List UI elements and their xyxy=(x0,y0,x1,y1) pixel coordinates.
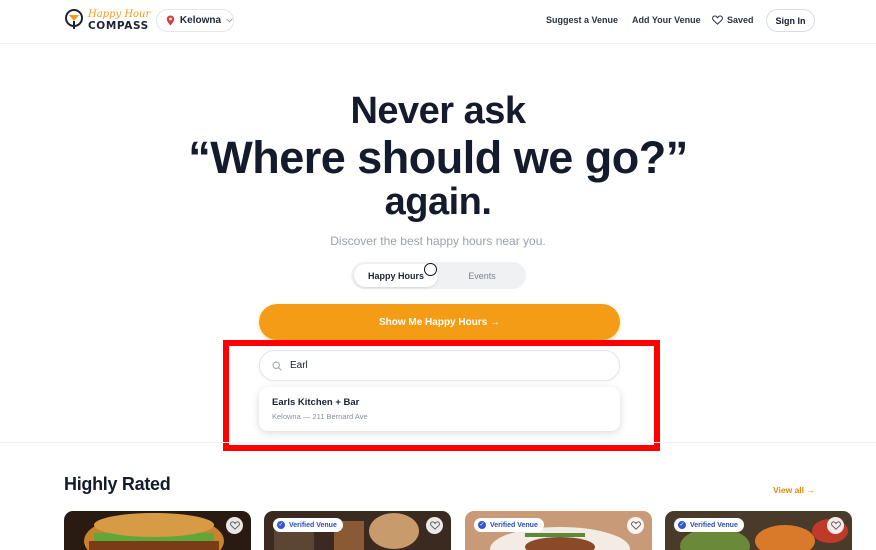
location-label: Kelowna xyxy=(179,15,222,26)
venue-card[interactable]: ✓ Verified Venue xyxy=(465,511,652,550)
save-venue-button[interactable] xyxy=(827,517,844,534)
view-all-link[interactable]: View all → xyxy=(773,485,815,495)
venue-card[interactable]: ✓ Verified Venue xyxy=(264,511,451,550)
venue-card[interactable]: ✓ Verified Venue xyxy=(665,511,852,550)
hero-subtitle: Discover the best happy hours near you. xyxy=(330,234,546,248)
save-venue-button[interactable] xyxy=(226,517,243,534)
venue-card[interactable] xyxy=(64,511,251,550)
heart-icon xyxy=(229,521,240,530)
toggle-events[interactable]: Events xyxy=(441,264,523,287)
mode-toggle: Happy Hours Events xyxy=(351,262,526,289)
brand-logo[interactable]: Happy Hour COMPASS xyxy=(64,9,150,31)
heart-icon xyxy=(429,521,440,530)
location-selector[interactable]: Kelowna xyxy=(156,9,234,32)
save-venue-button[interactable] xyxy=(627,517,644,534)
nav-saved-label: Saved xyxy=(727,15,754,25)
check-badge-icon: ✓ xyxy=(478,521,486,529)
map-pin-icon xyxy=(166,15,175,26)
heart-icon xyxy=(630,521,641,530)
section-divider xyxy=(0,442,876,443)
compass-logo-icon xyxy=(65,9,83,29)
badge-label: Verified Venue xyxy=(289,521,337,529)
verified-venue-badge: ✓ Verified Venue xyxy=(474,518,544,532)
logo-title: Happy Hour xyxy=(88,8,151,20)
section-title-highly-rated: Highly Rated xyxy=(64,474,171,494)
badge-label: Verified Venue xyxy=(690,521,738,529)
nav-suggest-venue[interactable]: Suggest a Venue xyxy=(546,15,618,25)
show-happy-hours-button[interactable]: Show Me Happy Hours → xyxy=(259,304,620,340)
hero-heading-line-2: “Where should we go?” xyxy=(188,132,688,183)
logo-subtitle: COMPASS xyxy=(88,19,149,32)
save-venue-button[interactable] xyxy=(426,517,443,534)
heart-icon xyxy=(830,521,841,530)
mouse-cursor xyxy=(424,263,437,276)
annotation-highlight-box xyxy=(223,340,660,451)
verified-venue-badge: ✓ Verified Venue xyxy=(674,518,744,532)
sign-in-button[interactable]: Sign In xyxy=(766,9,815,32)
heart-icon xyxy=(712,15,723,25)
top-header: Happy Hour COMPASS Kelowna Suggest a Ven… xyxy=(0,0,876,44)
check-badge-icon: ✓ xyxy=(678,521,686,529)
check-badge-icon: ✓ xyxy=(277,521,285,529)
venue-photo-burger xyxy=(64,511,251,550)
verified-venue-badge: ✓ Verified Venue xyxy=(273,518,343,532)
nav-saved[interactable]: Saved xyxy=(712,15,754,25)
chevron-down-icon xyxy=(226,18,233,23)
badge-label: Verified Venue xyxy=(490,521,538,529)
nav-add-venue[interactable]: Add Your Venue xyxy=(632,15,701,25)
hero-heading-line-1: Never ask xyxy=(350,90,526,132)
hero-heading-line-3: again. xyxy=(384,181,492,223)
